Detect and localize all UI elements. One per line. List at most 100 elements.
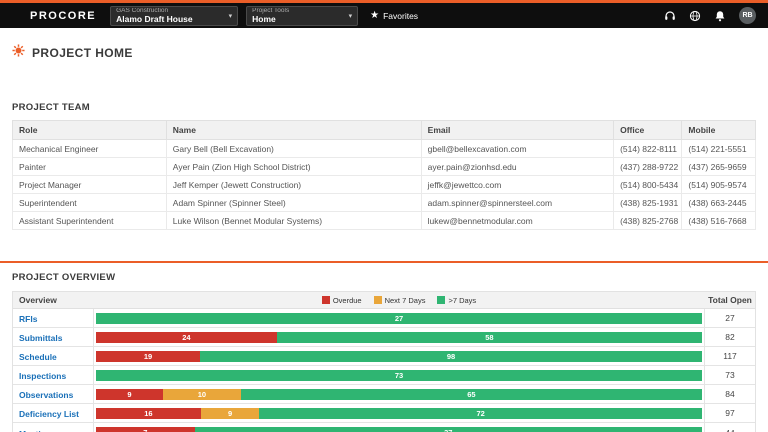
team-cell-email: lukew@bennetmodular.com — [420, 211, 615, 230]
team-cell-office: (514) 822-8111 — [613, 139, 683, 158]
stacked-bar: 737 — [96, 427, 702, 432]
total-open-value: 117 — [723, 351, 737, 361]
user-avatar[interactable]: RB — [739, 7, 756, 24]
bar-segment: 37 — [194, 427, 702, 432]
team-cell-office: (438) 825-1931 — [613, 193, 683, 212]
team-row: Assistant Superintendent Luke Wilson (Be… — [12, 211, 756, 230]
top-navigation-bar: PROCORE GAS Construction Alamo Draft Hou… — [0, 3, 768, 28]
current-tool-value: Home — [252, 14, 276, 24]
overview-row: Deficiency List 16 9 72 97 — [13, 404, 755, 423]
notifications-bell-icon[interactable] — [714, 10, 726, 22]
project-overview-heading: PROJECT OVERVIEW — [12, 272, 116, 283]
project-name-value: Alamo Draft House — [116, 14, 193, 24]
project-team-heading: PROJECT TEAM — [12, 102, 91, 113]
overview-tool-link[interactable]: Observations — [19, 390, 73, 400]
procore-logo[interactable]: PROCORE — [30, 10, 96, 22]
chevron-down-icon: ▾ — [348, 12, 353, 20]
team-cell-role: Project Manager — [12, 175, 167, 194]
company-project-selector[interactable]: GAS Construction Alamo Draft House ▾ — [110, 5, 239, 26]
overview-tool-link[interactable]: Submittals — [19, 333, 62, 343]
favorites-button[interactable]: ★ Favorites — [370, 10, 418, 21]
overview-header-row: Overview Overdue Next 7 Days >7 Days Tot… — [13, 292, 755, 309]
bar-segment: 19 — [96, 350, 201, 362]
stacked-bar: 73 — [96, 369, 702, 381]
team-cell-mobile: (438) 516-7668 — [681, 211, 756, 230]
project-overview-table: Overview Overdue Next 7 Days >7 Days Tot… — [12, 291, 756, 432]
team-cell-mobile: (514) 221-5551 — [681, 139, 756, 158]
team-cell-office: (438) 825-2768 — [613, 211, 683, 230]
stacked-bar: 19 98 — [96, 350, 702, 362]
bar-segment: 73 — [96, 369, 702, 381]
gear-icon — [12, 44, 25, 62]
team-cell-office: (514) 800-5434 — [613, 175, 683, 194]
legend-label: Next 7 Days — [384, 295, 426, 305]
team-cell-email: jeffk@jewettco.com — [420, 175, 615, 194]
overview-tool-link[interactable]: Meetings — [19, 429, 56, 432]
overview-row: Submittals 24 58 82 — [13, 328, 755, 347]
team-col-office: Office — [613, 120, 683, 140]
team-cell-name: Luke Wilson (Bennet Modular Systems) — [165, 211, 422, 230]
bar-segment: 10 — [162, 388, 241, 400]
overview-row: Observations 9 10 65 84 — [13, 385, 755, 404]
overview-tool-link[interactable]: Inspections — [19, 371, 66, 381]
overview-row: Schedule 19 98 117 — [13, 347, 755, 366]
team-cell-name: Adam Spinner (Spinner Steel) — [165, 193, 422, 212]
bar-segment: 9 — [96, 388, 163, 400]
overview-row: RFIs 27 27 — [13, 309, 755, 328]
total-open-value: 97 — [725, 408, 735, 418]
team-cell-mobile: (514) 905-9574 — [681, 175, 756, 194]
team-cell-email: ayer.pain@zionhsd.edu — [420, 157, 615, 176]
legend-label: >7 Days — [448, 295, 477, 305]
globe-icon[interactable] — [689, 10, 701, 22]
project-tools-selector[interactable]: Project Tools Home ▾ — [246, 5, 359, 26]
legend-label: Overdue — [332, 295, 362, 305]
overview-rows: RFIs 27 27 Submittals 24 58 82 Schedule 1… — [13, 309, 755, 432]
team-row: Superintendent Adam Spinner (Spinner Ste… — [12, 193, 756, 212]
bar-segment: 16 — [96, 407, 201, 419]
bar-segment: 9 — [200, 407, 260, 419]
team-col-mobile: Mobile — [681, 120, 756, 140]
team-row: Mechanical Engineer Gary Bell (Bell Exca… — [12, 139, 756, 158]
bar-segment: 58 — [276, 331, 702, 343]
total-open-value: 27 — [725, 313, 735, 323]
bar-segment: 65 — [240, 388, 702, 400]
team-col-name: Name — [165, 120, 422, 140]
team-cell-email: adam.spinner@spinnersteel.com — [420, 193, 615, 212]
overview-tool-link[interactable]: Deficiency List — [19, 409, 79, 419]
legend-item: Overdue — [321, 295, 362, 305]
bar-segment: 72 — [259, 407, 702, 419]
legend-swatch-icon — [321, 296, 330, 304]
chevron-down-icon: ▾ — [228, 12, 233, 20]
team-col-email: Email — [420, 120, 615, 140]
support-headset-icon[interactable] — [664, 10, 676, 22]
total-open-column-header: Total Open — [708, 295, 752, 305]
legend-item: Next 7 Days — [373, 295, 426, 305]
team-col-role: Role — [12, 120, 167, 140]
team-cell-role: Superintendent — [12, 193, 167, 212]
favorites-label: Favorites — [383, 10, 419, 21]
team-table-body: Mechanical Engineer Gary Bell (Bell Exca… — [12, 139, 756, 230]
chart-legend: Overdue Next 7 Days >7 Days — [93, 296, 705, 305]
overview-tool-link[interactable]: RFIs — [19, 314, 37, 324]
overview-row: Meetings 737 44 — [13, 423, 755, 432]
team-cell-mobile: (437) 265-9659 — [681, 157, 756, 176]
legend-swatch-icon — [437, 296, 446, 304]
stacked-bar: 24 58 — [96, 331, 702, 343]
team-cell-office: (437) 288-9722 — [613, 157, 683, 176]
total-open-value: 84 — [725, 389, 735, 399]
team-row: Painter Ayer Pain (Zion High School Dist… — [12, 157, 756, 176]
team-cell-role: Assistant Superintendent — [12, 211, 167, 230]
main-content: PROJECT HOME PROJECT TEAM Role Name Emai… — [0, 44, 768, 432]
bar-segment: 98 — [200, 350, 702, 362]
project-team-table: Role Name Email Office Mobile Mechanical… — [12, 120, 756, 230]
stacked-bar: 27 — [96, 312, 702, 324]
overview-tool-link[interactable]: Schedule — [19, 352, 57, 362]
legend-item: >7 Days — [437, 296, 476, 305]
team-cell-role: Mechanical Engineer — [12, 139, 167, 158]
star-icon: ★ — [370, 10, 380, 21]
stacked-bar: 16 9 72 — [96, 407, 702, 419]
team-cell-name: Jeff Kemper (Jewett Construction) — [165, 175, 422, 194]
total-open-value: 73 — [725, 370, 735, 380]
bar-segment: 27 — [96, 312, 702, 324]
bar-segment: 24 — [96, 331, 277, 343]
